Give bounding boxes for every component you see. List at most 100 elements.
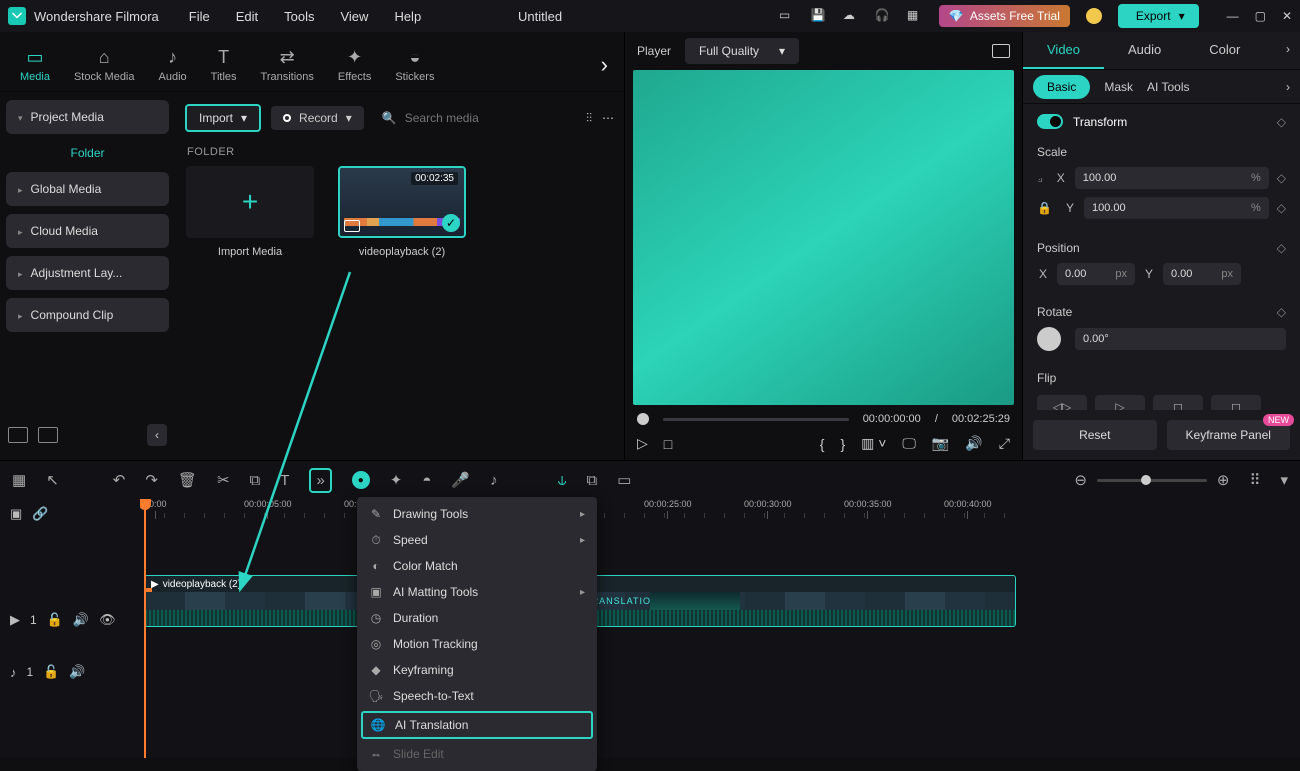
transform-keyframe-icon[interactable]: ◇ bbox=[1277, 115, 1286, 129]
lock-track-icon[interactable]: 🔓 bbox=[47, 612, 63, 628]
lock-icon-2[interactable]: 🔒 bbox=[1037, 201, 1052, 215]
minimize-icon[interactable]: — bbox=[1227, 9, 1239, 23]
zoom-out-icon[interactable]: ⊖ bbox=[1074, 471, 1087, 489]
grid-view-icon[interactable]: ⠿ bbox=[1249, 471, 1260, 489]
keyframe-panel-button[interactable]: Keyframe PanelNEW bbox=[1167, 420, 1291, 450]
sidebar-project-media[interactable]: ▾Project Media bbox=[6, 100, 169, 134]
tl-layout-icon[interactable]: ▦ bbox=[12, 471, 26, 489]
volume-icon[interactable]: 🔊 bbox=[965, 435, 982, 452]
lock-audio-icon[interactable]: 🔓 bbox=[43, 664, 59, 680]
search-media[interactable]: 🔍 bbox=[374, 107, 576, 129]
record-button[interactable]: Record▾ bbox=[271, 106, 364, 130]
subtab-mask[interactable]: Mask bbox=[1104, 80, 1133, 94]
cm-keyframing[interactable]: ◆Keyframing bbox=[357, 657, 597, 683]
new-folder-icon[interactable] bbox=[8, 427, 28, 443]
subtab-basic[interactable]: Basic bbox=[1033, 75, 1090, 99]
cm-color-match[interactable]: ◐Color Match bbox=[357, 553, 597, 579]
mic-icon[interactable]: 🎤 bbox=[451, 471, 470, 489]
ratio-icon[interactable]: ▥ ˅ bbox=[861, 435, 886, 452]
cm-duration[interactable]: ◷Duration bbox=[357, 605, 597, 631]
maximize-icon[interactable]: ▢ bbox=[1255, 9, 1266, 23]
reset-button[interactable]: Reset bbox=[1033, 420, 1157, 450]
save-icon[interactable]: 💾 bbox=[811, 8, 827, 24]
stop-icon[interactable]: □ bbox=[664, 436, 672, 452]
progress-handle[interactable] bbox=[637, 413, 649, 425]
filter-icon[interactable]: ⫶⫶ bbox=[586, 111, 592, 126]
menu-file[interactable]: File bbox=[189, 9, 210, 24]
zoom-in-icon[interactable]: ⊕ bbox=[1217, 471, 1230, 489]
more-icon[interactable]: ⋯ bbox=[602, 111, 614, 125]
text-icon[interactable]: T bbox=[280, 472, 289, 489]
assets-trial-button[interactable]: 💎Assets Free Trial bbox=[939, 5, 1070, 27]
quality-dropdown[interactable]: Full Quality▾ bbox=[685, 38, 799, 64]
collapse-sidebar-icon[interactable]: ‹ bbox=[147, 424, 167, 446]
import-button[interactable]: Import▾ bbox=[185, 104, 261, 132]
sidebar-folder[interactable]: Folder bbox=[6, 142, 169, 164]
position-keyframe-icon[interactable]: ◇ bbox=[1277, 241, 1286, 255]
redo-icon[interactable]: ↷ bbox=[145, 471, 158, 489]
delete-icon[interactable]: 🗑 bbox=[178, 471, 197, 489]
tab-effects[interactable]: ✦Effects bbox=[328, 45, 381, 85]
cm-ai-translation[interactable]: 🌐AI Translation bbox=[361, 711, 593, 739]
search-input[interactable] bbox=[405, 111, 568, 125]
fullscreen-icon[interactable]: ⤢ bbox=[999, 435, 1010, 452]
link-icon[interactable]: ⧉ bbox=[587, 472, 598, 489]
lock-icon[interactable]: ⟓ bbox=[1037, 171, 1043, 186]
folder-icon[interactable] bbox=[38, 427, 58, 443]
tabs-scroll-right-icon[interactable]: › bbox=[595, 52, 614, 78]
media-clip-tile[interactable]: 00:02:35 ✓ videoplayback (2) bbox=[337, 166, 467, 258]
cut-icon[interactable]: ✂ bbox=[217, 471, 230, 489]
mute-audio-icon[interactable]: 🔊 bbox=[69, 664, 85, 680]
mark-in-icon[interactable]: { bbox=[820, 436, 825, 452]
sidebar-global-media[interactable]: ▸Global Media bbox=[6, 172, 169, 206]
tab-stickers[interactable]: ◒Stickers bbox=[385, 45, 444, 85]
export-button[interactable]: Export▾ bbox=[1118, 4, 1199, 28]
tab-audio[interactable]: Audio bbox=[1104, 32, 1185, 69]
shield-icon[interactable]: ◓ bbox=[422, 472, 431, 489]
device-icon[interactable]: ▭ bbox=[779, 8, 795, 24]
menu-edit[interactable]: Edit bbox=[236, 9, 258, 24]
undo-icon[interactable]: ↶ bbox=[113, 471, 126, 489]
video-track-header[interactable]: ▶ 1 🔓 🔊 👁 bbox=[6, 609, 134, 631]
scale-y-input[interactable]: 100.00% bbox=[1084, 197, 1269, 219]
marker-icon[interactable]: ▭ bbox=[617, 471, 631, 489]
progress-bar[interactable] bbox=[663, 418, 849, 421]
tl-links-icon[interactable]: 🔗 bbox=[32, 506, 48, 522]
cm-motion-tracking[interactable]: ◎Motion Tracking bbox=[357, 631, 597, 657]
transform-toggle[interactable] bbox=[1037, 114, 1063, 129]
flip-button-3[interactable]: ◻ bbox=[1153, 395, 1203, 410]
cm-speech-to-text[interactable]: 🗣Speech-to-Text bbox=[357, 683, 597, 709]
more-tools-icon[interactable]: » bbox=[309, 468, 331, 493]
hide-track-icon[interactable]: 👁 bbox=[99, 612, 116, 628]
effects-quick-icon[interactable]: ✦ bbox=[390, 471, 403, 489]
cm-speed[interactable]: ⏱Speed▸ bbox=[357, 527, 597, 553]
playhead[interactable] bbox=[144, 499, 146, 758]
props-scroll-right-icon[interactable]: › bbox=[1276, 32, 1300, 69]
magnet-icon[interactable]: ⫝ bbox=[558, 472, 567, 489]
sidebar-compound-clip[interactable]: ▸Compound Clip bbox=[6, 298, 169, 332]
flip-button-4[interactable]: ◻ bbox=[1211, 395, 1261, 410]
tab-media[interactable]: ▭Media bbox=[10, 45, 60, 85]
tab-titles[interactable]: TTitles bbox=[201, 45, 247, 85]
preview-canvas[interactable] bbox=[633, 70, 1014, 405]
close-icon[interactable]: ✕ bbox=[1282, 9, 1292, 23]
timeline-more-icon[interactable]: ▾ bbox=[1280, 471, 1288, 489]
subtabs-scroll-right-icon[interactable]: › bbox=[1286, 80, 1290, 94]
flip-horizontal-icon[interactable]: ◁▷ bbox=[1037, 395, 1087, 410]
tab-transitions[interactable]: ⇄Transitions bbox=[251, 45, 324, 85]
tab-video[interactable]: Video bbox=[1023, 32, 1104, 69]
zoom-slider[interactable] bbox=[1097, 479, 1207, 482]
apps-icon[interactable]: ▦ bbox=[907, 8, 923, 24]
subtab-ai-tools[interactable]: AI Tools bbox=[1147, 80, 1189, 94]
tab-audio[interactable]: ♪Audio bbox=[149, 45, 197, 85]
crop-icon[interactable]: ⧉ bbox=[250, 472, 261, 489]
sidebar-cloud-media[interactable]: ▸Cloud Media bbox=[6, 214, 169, 248]
rotate-keyframe-icon[interactable]: ◇ bbox=[1277, 305, 1286, 319]
ai-icon[interactable]: ● bbox=[352, 471, 370, 489]
display-icon[interactable]: 🖵 bbox=[902, 435, 916, 452]
headphones-icon[interactable]: 🎧 bbox=[875, 8, 891, 24]
rotate-knob[interactable] bbox=[1037, 327, 1061, 351]
coin-icon[interactable] bbox=[1086, 8, 1102, 24]
scale-y-keyframe-icon[interactable]: ◇ bbox=[1277, 201, 1286, 215]
scale-x-keyframe-icon[interactable]: ◇ bbox=[1277, 171, 1286, 185]
